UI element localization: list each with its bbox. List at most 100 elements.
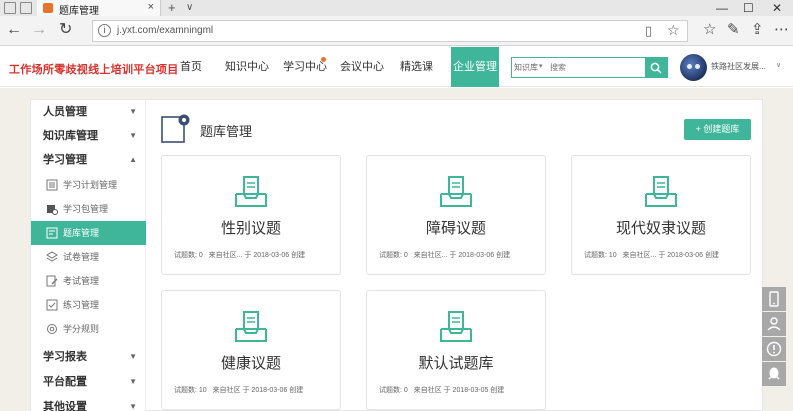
forward-icon[interactable]: → bbox=[31, 21, 47, 39]
sidebar-section-knowledge[interactable]: 知识库管理 ▼ bbox=[31, 124, 146, 148]
sidebar-item-label: 学分规则 bbox=[63, 324, 100, 334]
question-count-label: 试题数: bbox=[379, 387, 402, 394]
chevron-down-icon[interactable]: ▾ bbox=[539, 62, 543, 70]
sidebar-item-study-plan[interactable]: 学习计划管理 bbox=[31, 173, 146, 197]
card-source-date: 来自社区... 于 2018-03-06 创建 bbox=[208, 252, 306, 259]
settings-gear-icon bbox=[47, 324, 57, 334]
inbox-document-icon bbox=[645, 176, 677, 207]
question-bank-card[interactable]: 障碍议题 试题数: 0 来自社区... 于 2018-03-06 创建 bbox=[366, 155, 546, 275]
user-name[interactable]: 铁路社区发展... bbox=[711, 61, 766, 72]
window-close-icon[interactable]: ✕ bbox=[772, 0, 782, 16]
card-source-date: 来自社区... 于 2018-03-06 创建 bbox=[622, 252, 720, 259]
sidebar-section-learning[interactable]: 学习管理 ▲ bbox=[31, 148, 146, 172]
mobile-app-button[interactable] bbox=[762, 287, 786, 311]
nav-learning-center[interactable]: 学习中心 bbox=[283, 47, 327, 87]
search-scope-select[interactable]: 知识库 bbox=[514, 62, 538, 73]
qq-button[interactable] bbox=[762, 362, 786, 386]
card-source-date: 来自社区... 于 2018-03-06 创建 bbox=[413, 252, 511, 259]
list-icon bbox=[46, 179, 58, 191]
inbox-document-icon bbox=[440, 311, 472, 342]
tab-preview-icon[interactable] bbox=[20, 2, 32, 14]
question-bank-card[interactable]: 健康议题 试题数: 10 来自社区 于 2018-03-06 创建 bbox=[161, 290, 341, 410]
card-meta: 试题数: 0 来自社区... 于 2018-03-06 创建 bbox=[174, 250, 334, 260]
nav-home[interactable]: 首页 bbox=[180, 47, 202, 87]
sidebar-section-platform[interactable]: 平台配置 ▼ bbox=[31, 370, 146, 394]
sidebar-item-study-package[interactable]: 学习包管理 bbox=[31, 197, 146, 221]
chevron-down-icon: ▼ bbox=[129, 131, 137, 140]
card-meta: 试题数: 0 来自社区 于 2018-03-05 创建 bbox=[379, 385, 539, 395]
sidebar-item-exams[interactable]: 考试管理 bbox=[31, 269, 146, 293]
back-icon[interactable]: ← bbox=[6, 21, 22, 39]
nav-featured-courses[interactable]: 精选课 bbox=[400, 47, 433, 87]
minimize-icon[interactable]: — bbox=[716, 0, 728, 16]
chevron-down-icon: ▼ bbox=[129, 352, 137, 361]
qq-penguin-icon bbox=[768, 367, 780, 380]
sidebar-item-credit-rules[interactable]: 学分规则 bbox=[31, 317, 146, 341]
question-bank-card[interactable]: 性别议题 试题数: 0 来自社区... 于 2018-03-06 创建 bbox=[161, 155, 341, 275]
support-icon bbox=[767, 317, 781, 331]
reading-view-icon[interactable]: ▯ bbox=[645, 23, 652, 39]
sidebar-item-practice[interactable]: 练习管理 bbox=[31, 293, 146, 317]
create-question-bank-button[interactable]: + 创建题库 bbox=[684, 119, 751, 140]
url-text[interactable]: j.yxt.com/examningml bbox=[117, 25, 213, 36]
sidebar-item-question-bank[interactable]: 题库管理 bbox=[31, 221, 146, 245]
info-icon[interactable]: i bbox=[98, 24, 111, 37]
alert-icon bbox=[766, 341, 782, 357]
browser-tab-bar: 题库管理 × + ∨ — ☐ ✕ bbox=[0, 0, 793, 17]
search-input[interactable] bbox=[550, 60, 645, 75]
sidebar-section-label: 学习管理 bbox=[43, 154, 87, 166]
notification-dot bbox=[321, 57, 326, 62]
sidebar-section-label: 知识库管理 bbox=[43, 130, 98, 142]
tab-close-icon[interactable]: × bbox=[148, 1, 154, 13]
site-logo[interactable]: 工作场所零歧视线上培训平台项目 bbox=[9, 61, 179, 77]
sidebar-section-reports[interactable]: 学习报表 ▼ bbox=[31, 345, 146, 369]
avatar[interactable] bbox=[680, 54, 707, 81]
favorite-star-icon[interactable]: ☆ bbox=[667, 22, 680, 39]
question-count: 0 bbox=[403, 387, 408, 394]
address-bar-row: ← → ↻ i j.yxt.com/examningml ▯ ☆ ☆ ✎ ⇪ ⋯ bbox=[0, 16, 793, 46]
question-bank-settings-icon bbox=[161, 114, 190, 143]
question-count: 0 bbox=[198, 252, 203, 259]
sidebar-item-papers[interactable]: 试卷管理 bbox=[31, 245, 146, 269]
search-button[interactable] bbox=[645, 58, 667, 77]
package-gear-icon bbox=[47, 205, 58, 215]
question-bank-card[interactable]: 默认试题库 试题数: 0 来自社区 于 2018-03-05 创建 bbox=[366, 290, 546, 410]
browser-tab[interactable]: 题库管理 × bbox=[37, 0, 161, 17]
nav-meeting-center[interactable]: 会议中心 bbox=[340, 47, 384, 87]
new-tab-icon[interactable]: + bbox=[168, 0, 176, 16]
card-meta: 试题数: 10 来自社区 于 2018-03-06 创建 bbox=[174, 385, 334, 395]
question-count: 10 bbox=[198, 387, 207, 394]
sidebar-section-label: 平台配置 bbox=[43, 376, 87, 388]
sidebar-section-label: 学习报表 bbox=[43, 351, 87, 363]
sidebar-section-personnel[interactable]: 人员管理 ▼ bbox=[31, 100, 146, 124]
share-icon[interactable]: ⇪ bbox=[751, 21, 764, 39]
tab-dropdown-icon[interactable]: ∨ bbox=[186, 0, 193, 16]
tab-list-icon[interactable] bbox=[4, 2, 16, 14]
feedback-button[interactable] bbox=[762, 337, 786, 361]
chevron-down-icon[interactable]: ∨ bbox=[776, 61, 781, 69]
customer-service-button[interactable] bbox=[762, 312, 786, 336]
sidebar-section-other[interactable]: 其他设置 ▼ bbox=[31, 395, 146, 411]
chevron-down-icon: ▼ bbox=[129, 107, 137, 116]
inbox-document-icon bbox=[235, 311, 267, 342]
nav-enterprise-management[interactable]: 企业管理 bbox=[451, 47, 499, 87]
inbox-document-icon bbox=[440, 176, 472, 207]
nav-knowledge-center[interactable]: 知识中心 bbox=[225, 47, 269, 87]
sidebar-item-label: 练习管理 bbox=[63, 300, 100, 310]
card-meta: 试题数: 10 来自社区... 于 2018-03-06 创建 bbox=[584, 250, 744, 260]
sidebar-item-label: 考试管理 bbox=[63, 276, 100, 286]
card-title: 健康议题 bbox=[220, 355, 281, 372]
search-box: 知识库 ▾ bbox=[511, 57, 668, 78]
sidebar-item-label: 试卷管理 bbox=[63, 252, 100, 262]
more-icon[interactable]: ⋯ bbox=[774, 21, 789, 39]
sidebar-item-label: 学习包管理 bbox=[63, 204, 109, 214]
page-title: 题库管理 bbox=[200, 124, 253, 139]
url-field[interactable]: i j.yxt.com/examningml ▯ ☆ bbox=[92, 20, 688, 42]
question-bank-card[interactable]: 现代奴隶议题 试题数: 10 来自社区... 于 2018-03-06 创建 bbox=[571, 155, 751, 275]
notes-icon[interactable]: ✎ bbox=[727, 21, 740, 39]
card-meta: 试题数: 0 来自社区... 于 2018-03-06 创建 bbox=[379, 250, 539, 260]
maximize-icon[interactable]: ☐ bbox=[743, 0, 754, 16]
question-count: 10 bbox=[608, 252, 617, 259]
favorites-icon[interactable]: ☆ bbox=[703, 21, 716, 39]
refresh-icon[interactable]: ↻ bbox=[59, 21, 72, 39]
